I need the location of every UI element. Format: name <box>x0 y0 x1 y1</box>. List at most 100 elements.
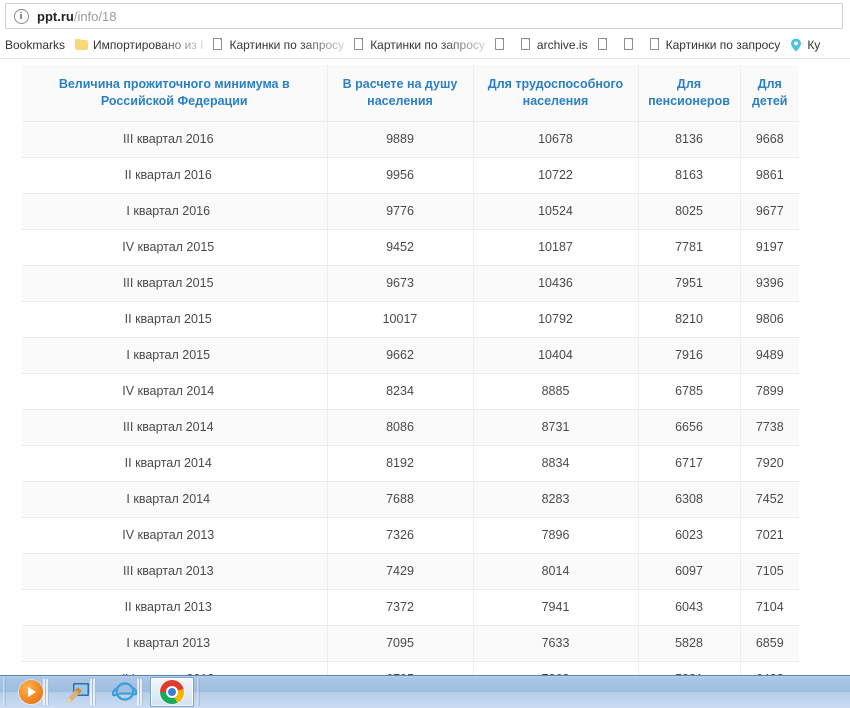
cell-pensioners: 6717 <box>638 445 741 482</box>
cell-per-capita: 9776 <box>327 193 474 230</box>
bookmark-item-untitled-3[interactable] <box>619 34 645 55</box>
page-icon <box>213 38 224 51</box>
bookmark-label: Bookmarks <box>5 37 66 52</box>
cell-working: 8014 <box>473 553 639 590</box>
bookmark-item-ku[interactable]: Ку <box>785 34 825 55</box>
cell-period: II квартал 2014 <box>22 445 328 482</box>
cell-per-capita: 8086 <box>327 409 474 446</box>
cell-per-capita: 8234 <box>327 373 474 410</box>
screen: ppt.ru/info/18 Bookmarks Импортировано и… <box>0 0 850 708</box>
table-header: Величина прожиточного минимума в Российс… <box>22 65 799 122</box>
bookmark-label: Ку <box>807 37 821 52</box>
cell-working: 10524 <box>473 193 639 230</box>
cell-period: I квартал 2016 <box>22 193 328 230</box>
cell-children: 9668 <box>740 121 799 158</box>
bookmark-item-imported-folder[interactable]: Импортировано из I <box>70 34 208 55</box>
cell-per-capita: 9452 <box>327 229 474 266</box>
page-icon <box>520 38 532 51</box>
cell-pensioners: 5828 <box>638 625 741 662</box>
cell-per-capita: 7429 <box>327 553 474 590</box>
cell-children: 9489 <box>740 337 799 374</box>
cell-period: IV квартал 2013 <box>22 517 328 554</box>
site-info-icon[interactable] <box>14 8 29 24</box>
cell-pensioners: 7781 <box>638 229 741 266</box>
bookmarks-bar: Bookmarks Импортировано из I Картинки по… <box>0 32 850 57</box>
cell-working: 7941 <box>473 589 639 626</box>
table-row: I квартал 2015 9662 10404 7916 9489 <box>22 337 799 374</box>
cell-pensioners: 7916 <box>638 337 741 374</box>
google-chrome-icon <box>160 680 184 704</box>
cell-per-capita: 9889 <box>327 121 474 158</box>
cell-working: 8731 <box>473 409 639 446</box>
cell-per-capita: 10017 <box>327 301 474 338</box>
cell-working: 10436 <box>473 265 639 302</box>
cell-pensioners: 6043 <box>638 589 741 626</box>
table-row: IV квартал 2014 8234 8885 6785 7899 <box>22 373 799 410</box>
cell-working: 8283 <box>473 481 639 518</box>
location-pin-icon <box>790 38 802 52</box>
cell-pensioners: 6097 <box>638 553 741 590</box>
address-bar[interactable]: ppt.ru/info/18 <box>5 3 843 29</box>
cell-per-capita: 9662 <box>327 337 474 374</box>
bookmark-label: archive.is <box>536 37 588 52</box>
cell-pensioners: 6308 <box>638 481 741 518</box>
bookmark-item-kartinki-1[interactable]: Картинки по запросу <box>208 34 349 55</box>
table-row: III квартал 2014 8086 8731 6656 7738 <box>22 409 799 446</box>
cell-period: II квартал 2015 <box>22 301 328 338</box>
bookmark-item-untitled-2[interactable] <box>593 34 619 55</box>
table-row: III квартал 2013 7429 8014 6097 7105 <box>22 553 799 590</box>
page-content-viewport[interactable]: Величина прожиточного минимума в Российс… <box>0 58 850 677</box>
bookmark-item-archive-is[interactable]: archive.is <box>516 34 593 55</box>
cell-per-capita: 8192 <box>327 445 474 482</box>
bookmark-item-kartinki-2[interactable]: Картинки по запросу <box>349 34 490 55</box>
cell-children: 9396 <box>740 265 799 302</box>
cell-children: 7920 <box>740 445 799 482</box>
cell-children: 7738 <box>740 409 799 446</box>
bookmark-item-kartinki-3[interactable]: Картинки по запросу <box>645 34 786 55</box>
url-domain: ppt.ru <box>37 8 74 24</box>
cell-period: I квартал 2015 <box>22 337 328 374</box>
taskbar-button-windows-media-player[interactable] <box>9 677 53 707</box>
table-row: II квартал 2016 9956 10722 8163 9861 <box>22 157 799 194</box>
internet-explorer-icon <box>112 680 138 704</box>
page-icon <box>597 38 609 51</box>
cell-pensioners: 6785 <box>638 373 741 410</box>
omnibox-row: ppt.ru/info/18 <box>5 3 843 29</box>
taskbar-button-google-chrome[interactable] <box>150 677 194 707</box>
cell-children: 9806 <box>740 301 799 338</box>
cell-working: 7633 <box>473 625 639 662</box>
bookmark-item-bookmarks[interactable]: Bookmarks <box>0 34 70 55</box>
cell-working: 10678 <box>473 121 639 158</box>
table-row: I квартал 2016 9776 10524 8025 9677 <box>22 193 799 230</box>
cell-working: 8885 <box>473 373 639 410</box>
cell-per-capita: 7688 <box>327 481 474 518</box>
column-header-working: Для трудоспособного населения <box>473 65 639 122</box>
bookmark-label: Картинки по запросу <box>665 37 781 52</box>
taskbar-button-internet-explorer[interactable] <box>103 677 147 707</box>
cell-working: 8834 <box>473 445 639 482</box>
cell-per-capita: 7326 <box>327 517 474 554</box>
taskbar-button-paint[interactable] <box>56 677 100 707</box>
cell-children: 7452 <box>740 481 799 518</box>
cell-working: 10187 <box>473 229 639 266</box>
cell-pensioners: 8163 <box>638 157 741 194</box>
cell-period: IV квартал 2014 <box>22 373 328 410</box>
cell-working: 7896 <box>473 517 639 554</box>
cell-period: II квартал 2013 <box>22 589 328 626</box>
table-row: IV квартал 2013 7326 7896 6023 7021 <box>22 517 799 554</box>
cell-working: 10792 <box>473 301 639 338</box>
windows-media-player-icon <box>19 680 43 704</box>
cell-pensioners: 8136 <box>638 121 741 158</box>
bookmark-item-untitled-1[interactable] <box>490 34 516 55</box>
table-row: II квартал 2013 7372 7941 6043 7104 <box>22 589 799 626</box>
table-row: IV квартал 2015 9452 10187 7781 9197 <box>22 229 799 266</box>
cell-period: III квартал 2016 <box>22 121 328 158</box>
cell-working: 10722 <box>473 157 639 194</box>
column-header-children: Для детей <box>740 65 799 122</box>
cell-pensioners: 8025 <box>638 193 741 230</box>
url-path: /info/18 <box>73 8 117 24</box>
table-row: I квартал 2013 7095 7633 5828 6859 <box>22 625 799 662</box>
cell-period: III квартал 2013 <box>22 553 328 590</box>
page-icon <box>649 38 661 51</box>
cell-children: 7899 <box>740 373 799 410</box>
